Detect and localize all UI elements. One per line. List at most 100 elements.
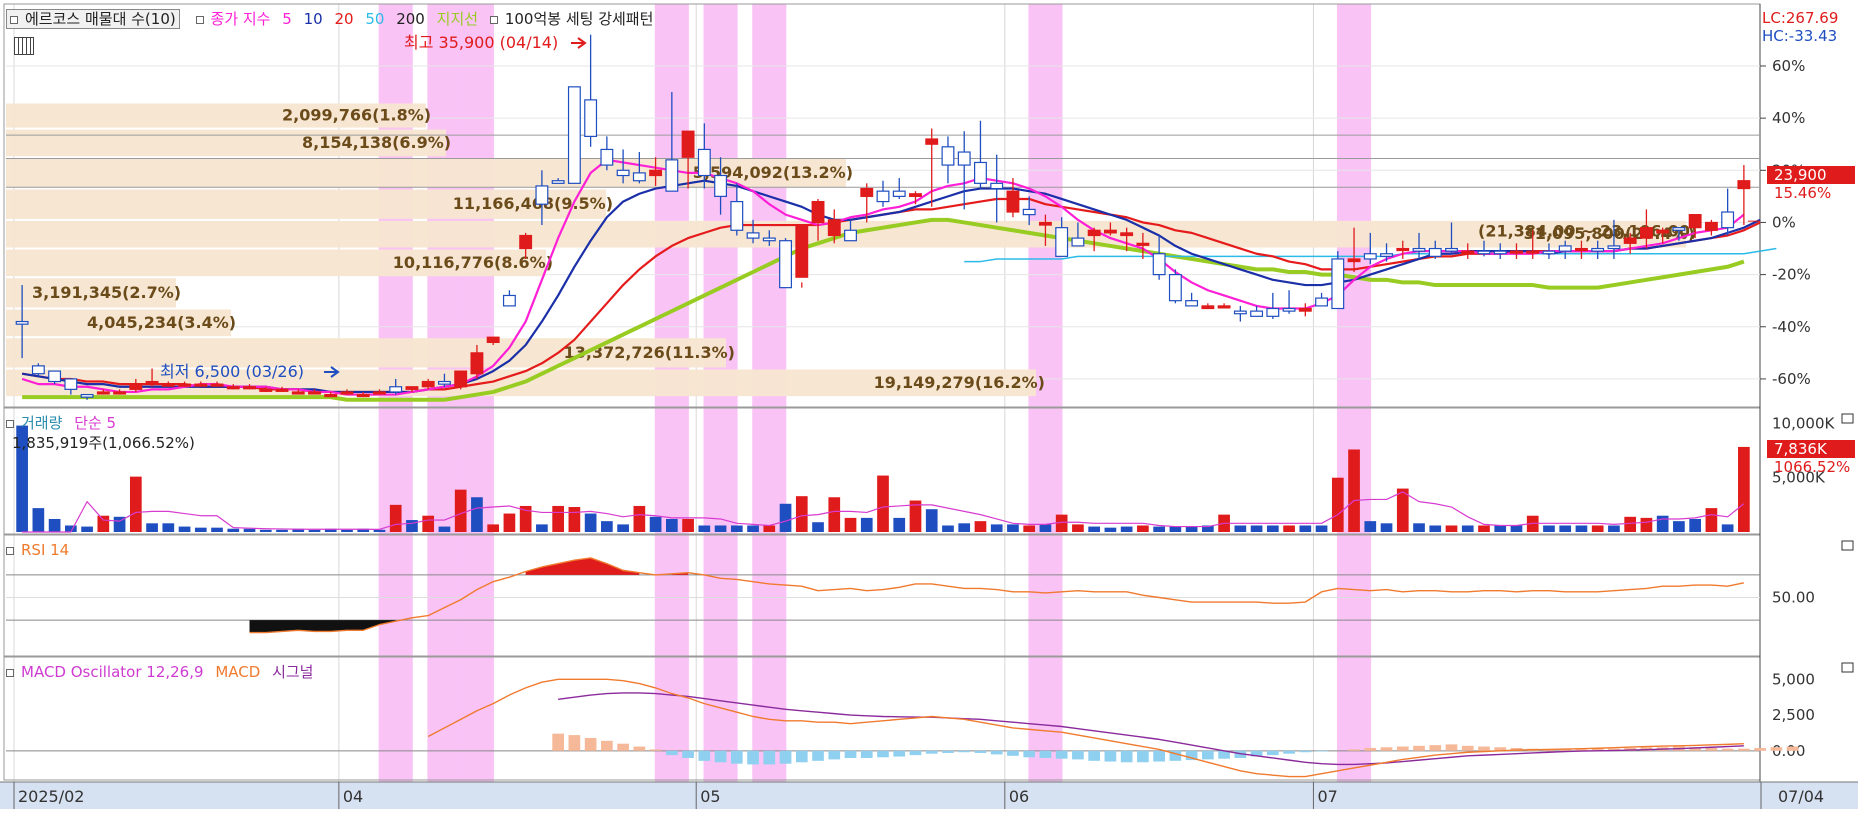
volume-bar — [1250, 525, 1263, 532]
price-y-tick: 60% — [1772, 57, 1805, 75]
candle-body — [1510, 250, 1523, 254]
macd-osc-bar — [568, 735, 581, 751]
macd-osc-bar — [1007, 750, 1019, 756]
volume-bar — [812, 522, 824, 532]
candle-body — [584, 99, 598, 137]
legend-marker-icon — [489, 15, 498, 24]
candle-body — [616, 169, 630, 177]
volume-bar — [1543, 525, 1555, 532]
volume-bar — [454, 489, 467, 532]
volume-bar — [422, 515, 435, 532]
candle-body — [941, 146, 955, 166]
legend-ma10[interactable]: 10 — [304, 10, 323, 28]
volume-bar — [487, 524, 500, 532]
volume-bar — [227, 528, 240, 532]
legend-support[interactable]: 지지선 — [437, 10, 478, 28]
volume-bar — [406, 520, 418, 532]
volume-bar — [373, 529, 386, 532]
candle-body — [437, 380, 451, 385]
candle-body — [746, 232, 760, 239]
x-tick-label: 07 — [1317, 787, 1337, 806]
volume-bar — [308, 529, 321, 532]
volume-bar — [438, 526, 451, 532]
macd-osc-bar — [925, 750, 938, 754]
legend-ma5[interactable]: 5 — [282, 10, 292, 28]
candle-body — [827, 219, 841, 237]
price-y-tick: -40% — [1772, 318, 1811, 336]
x-tick-label: 2025/02 — [18, 787, 84, 806]
volume-bar — [1705, 508, 1718, 532]
volume-bar — [1461, 525, 1474, 532]
chart-canvas[interactable]: 60%40%20%0%-20%-40%-60%2,099,766(1.8%)8,… — [0, 0, 1858, 809]
candle-body — [795, 224, 809, 278]
signal-title[interactable]: 시그널 — [272, 663, 313, 681]
macd-osc-bar — [958, 750, 971, 753]
legend-ma20[interactable]: 20 — [334, 10, 353, 28]
volume-bar — [129, 476, 142, 532]
macd-osc-title[interactable]: MACD Oscillator 12,26,9 — [21, 663, 204, 681]
signal-highlight-column — [1336, 4, 1372, 786]
indicator-title-box[interactable]: 에르코스 매물대 수(10) — [6, 9, 180, 29]
macd-osc-bar — [1348, 749, 1360, 751]
volume-bar — [146, 523, 158, 532]
candle-body — [811, 200, 825, 224]
macd-osc-bar — [1754, 747, 1766, 751]
candle-body — [113, 391, 127, 395]
macd-osc-bar — [1461, 745, 1474, 751]
volume-bar — [1608, 525, 1620, 532]
macd-osc-bar — [1120, 750, 1133, 763]
macd-osc-bar — [682, 750, 694, 758]
candle-body — [129, 383, 143, 390]
volume-bar — [1738, 446, 1750, 532]
candle-body — [600, 148, 614, 166]
legend-close-index[interactable]: 종가 지수 — [211, 10, 271, 28]
candle-body — [1607, 245, 1621, 250]
macd-osc-bar — [1202, 750, 1214, 760]
volume-avg-label[interactable]: 단순 5 — [74, 414, 116, 432]
volume-bar — [958, 523, 971, 532]
macd-title[interactable]: MACD — [215, 663, 260, 681]
pane-minimize-icon — [1841, 662, 1854, 673]
macd-osc-bar — [1721, 748, 1734, 751]
volume-bar — [844, 517, 857, 532]
macd-osc-bar — [649, 749, 662, 751]
candle-body — [259, 388, 273, 392]
calculator-icon[interactable] — [14, 37, 34, 55]
volume-bar — [649, 516, 662, 532]
rsi-title[interactable]: RSI 14 — [21, 541, 69, 559]
candle-body — [178, 383, 191, 387]
candle-body — [502, 294, 516, 307]
volume-bar — [1039, 524, 1052, 532]
candle-body — [1526, 250, 1540, 254]
candle-body — [730, 200, 744, 231]
candle-body — [649, 169, 663, 177]
macd-osc-bar — [552, 733, 564, 751]
candle-body — [1591, 247, 1605, 252]
legend-pattern[interactable]: 100억봉 세팅 강세패턴 — [505, 10, 654, 28]
macd-osc-bar — [974, 750, 987, 753]
candle-body — [714, 174, 728, 197]
legend-ma50[interactable]: 50 — [365, 10, 384, 28]
volume-title[interactable]: 거래량 — [21, 414, 62, 432]
macd-osc-bar — [1137, 750, 1149, 763]
macd-osc-bar — [1786, 746, 1799, 751]
volume-profile-label: 3,191,345(2.7%) — [32, 283, 181, 302]
volume-bar — [1510, 525, 1523, 532]
macd-osc-bar — [1153, 750, 1165, 762]
volume-profile-label: 8,154,138(6.9%) — [302, 133, 451, 152]
candle-body — [1055, 227, 1069, 257]
macd-osc-bar — [1039, 750, 1052, 758]
volume-bar — [779, 503, 792, 532]
volume-bar — [243, 528, 256, 532]
volume-bar — [1721, 524, 1734, 532]
macd-osc-bar — [763, 750, 776, 765]
volume-bar — [1624, 516, 1637, 532]
price-y-tick: -20% — [1772, 266, 1811, 284]
volume-bar — [925, 509, 938, 532]
legend-ma200[interactable]: 200 — [396, 10, 425, 28]
volume-bar — [1185, 526, 1198, 532]
volume-bar — [341, 529, 353, 532]
rsi-legend: RSI 14 — [6, 541, 76, 559]
candle-body — [681, 130, 695, 158]
volume-bar — [1478, 525, 1490, 532]
